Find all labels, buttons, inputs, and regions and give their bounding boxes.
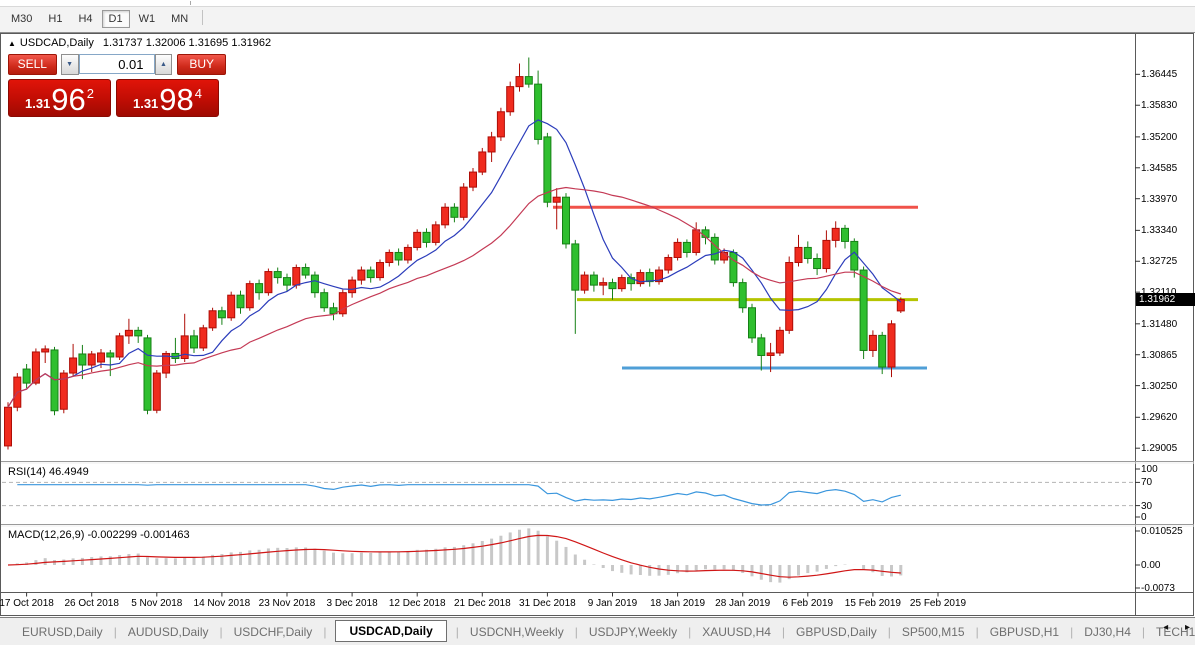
current-price-tag: 1.31962 <box>1136 293 1195 306</box>
date-label: 31 Dec 2018 <box>519 598 576 609</box>
macd-label: MACD(12,26,9) -0.002299 -0.001463 <box>8 529 190 541</box>
rsi-label: RSI(14) 46.4949 <box>8 466 89 478</box>
date-label: 12 Dec 2018 <box>388 598 446 609</box>
axis-label: 1.32725 <box>1141 256 1178 268</box>
axis-label: 1.33970 <box>1141 193 1178 205</box>
date-label: 6 Feb 2019 <box>782 598 834 609</box>
date-label: 17 Oct 2018 <box>0 598 54 609</box>
axis-label: 1.35830 <box>1141 100 1178 112</box>
date-label: 26 Oct 2018 <box>64 598 119 609</box>
date-label: 15 Feb 2019 <box>844 598 901 609</box>
tab-usdchf-daily[interactable]: USDCHF,Daily <box>232 622 315 642</box>
volume-decrement-button[interactable]: ▼ <box>60 54 79 75</box>
chart-title: ▲ USDCAD,Daily 1.31737 1.32006 1.31695 1.3… <box>8 37 271 49</box>
tab-usdjpy-weekly[interactable]: USDJPY,Weekly <box>587 622 679 642</box>
tab-usdcad-daily[interactable]: USDCAD,Daily <box>335 619 447 642</box>
tab-separator: | <box>1141 624 1145 639</box>
date-label: 14 Nov 2018 <box>193 598 251 609</box>
axis-label: 1.29620 <box>1141 412 1178 424</box>
tab-separator: | <box>887 624 891 639</box>
tab-gbpusd-daily[interactable]: GBPUSD,Daily <box>794 622 879 642</box>
date-label: 5 Nov 2018 <box>131 598 183 609</box>
one-click-trade-panel: SELL ▼ ▲ BUY 1.31 96 2 1.31 98 4 <box>8 54 226 117</box>
date-label: 21 Dec 2018 <box>453 598 511 609</box>
tab-separator: | <box>975 624 979 639</box>
axis-label: 0.00 <box>1141 560 1161 571</box>
tab-separator: | <box>323 624 327 639</box>
tab-separator: | <box>455 624 459 639</box>
tab-audusd-daily[interactable]: AUDUSD,Daily <box>126 622 211 642</box>
sell-price-box[interactable]: 1.31 96 2 <box>8 79 111 117</box>
axis-label: 0 <box>1141 512 1147 523</box>
date-label: 9 Jan 2019 <box>587 598 638 609</box>
tab-xauusd-h4[interactable]: XAUUSD,H4 <box>700 622 773 642</box>
axis-label: 1.36445 <box>1141 69 1178 81</box>
sell-price-pip-digit: 2 <box>86 86 95 101</box>
tab-usdcnh-weekly[interactable]: USDCNH,Weekly <box>468 622 566 642</box>
tab-separator: | <box>1070 624 1074 639</box>
date-label: 25 Feb 2019 <box>909 598 967 609</box>
chart-ohlc-values: 1.31737 1.32006 1.31695 1.31962 <box>102 37 272 49</box>
buy-price-prefix: 1.31 <box>132 96 159 111</box>
axis-label: 1.29005 <box>1141 443 1178 455</box>
tab-separator: | <box>781 624 786 639</box>
axis-label: 30 <box>1141 500 1153 512</box>
chart-symbol-label: USDCAD,Daily <box>19 37 94 49</box>
sell-button[interactable]: SELL <box>8 54 57 75</box>
buy-price-box[interactable]: 1.31 98 4 <box>116 79 219 117</box>
tab-separator: | <box>574 624 578 639</box>
tab-eurusd-daily[interactable]: EURUSD,Daily <box>20 622 105 642</box>
buy-price-pip-digit: 4 <box>194 86 203 101</box>
tab-separator: | <box>113 624 117 639</box>
symbol-tab-bar: EURUSD,Daily | AUDUSD,Daily | USDCHF,Daily | U… <box>0 617 1195 645</box>
tab-separator: | <box>219 624 223 639</box>
volume-increment-button[interactable]: ▲ <box>154 54 173 75</box>
axis-label: 1.35200 <box>1141 131 1178 143</box>
buy-price-big-digits: 98 <box>159 82 194 117</box>
axis-label: 1.31480 <box>1141 318 1178 330</box>
tab-dj30-h4[interactable]: DJ30,H4 <box>1082 622 1133 642</box>
axis-label: 1.33340 <box>1141 225 1178 237</box>
axis-label: -0.0073 <box>1141 583 1175 594</box>
tab-scroll-right-icon[interactable]: ▸ <box>1185 622 1190 633</box>
tab-sp500-m15[interactable]: SP500,M15 <box>900 622 967 642</box>
axis-label: 1.34585 <box>1141 162 1178 174</box>
date-label: 28 Jan 2019 <box>715 598 771 609</box>
tab-gbpusd-h1[interactable]: GBPUSD,H1 <box>988 622 1061 642</box>
volume-input[interactable] <box>78 54 155 74</box>
tab-scroll-left-icon[interactable]: ◂ <box>1163 622 1168 633</box>
buy-button[interactable]: BUY <box>177 54 226 75</box>
date-label: 23 Nov 2018 <box>258 598 316 609</box>
axis-label: 100 <box>1141 464 1158 475</box>
axis-label: 1.30865 <box>1141 349 1178 361</box>
axis-label: 70 <box>1141 477 1153 489</box>
date-label: 18 Jan 2019 <box>650 598 706 609</box>
axis-label: 0.010525 <box>1141 526 1183 537</box>
tab-scroll-arrows: ◂ ▸ <box>1149 622 1190 633</box>
date-label: 3 Dec 2018 <box>326 598 378 609</box>
sell-price-big-digits: 96 <box>51 82 86 117</box>
tab-separator: | <box>688 624 692 639</box>
sell-price-prefix: 1.31 <box>24 96 51 111</box>
axis-label: 1.30250 <box>1141 380 1178 392</box>
collapse-triangle-icon: ▲ <box>8 39 16 48</box>
